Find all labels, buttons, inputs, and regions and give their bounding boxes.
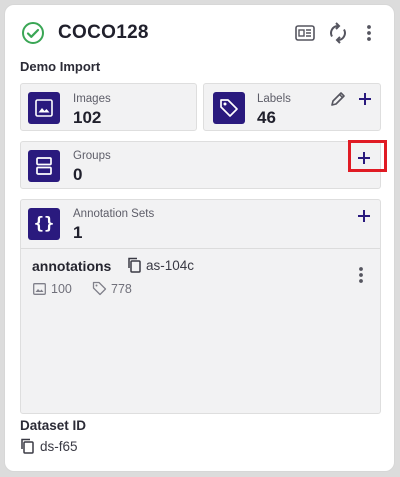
dataset-id-value: ds-f65 [40,439,78,454]
annotation-sets-count: 1 [73,223,83,242]
add-annotation-set-icon[interactable] [354,206,374,226]
dataset-card: COCO128 Demo Import Images 102 Labels 46 [4,4,395,472]
groups-count: 0 [73,165,83,184]
refresh-icon[interactable] [327,21,349,45]
label-count-icon [92,281,108,297]
add-label-icon[interactable] [355,89,375,109]
labels-label: Labels [257,93,291,105]
annotation-label-count: 778 [111,282,132,296]
image-grid-icon[interactable] [294,22,316,44]
edit-labels-icon[interactable] [328,89,348,109]
annotation-set-id: as-104c [146,258,195,273]
annotation-sets-tile: {} Annotation Sets 1 annotations as-104c… [20,199,381,414]
groups-label: Groups [73,150,111,162]
annotation-more-icon[interactable] [353,264,369,286]
image-count-icon [33,282,47,296]
dataset-id-copy-icon[interactable] [20,438,36,456]
annotation-sets-label: Annotation Sets [73,208,155,220]
dataset-title: COCO128 [58,22,149,43]
labels-count: 46 [257,108,276,127]
annotation-image-count: 100 [51,282,72,296]
dataset-subtitle: Demo Import [20,59,101,74]
images-tile[interactable]: Images 102 [20,83,197,131]
dataset-id-label: Dataset ID [20,418,87,433]
annotation-set-item[interactable]: annotations as-104c 100 778 [21,249,380,309]
images-label: Images [73,93,111,105]
more-vert-icon[interactable] [359,21,379,45]
groups-tile[interactable]: Groups 0 [20,141,381,189]
labels-tile[interactable]: Labels 46 [203,83,381,131]
status-check-icon [21,21,45,45]
images-count: 102 [73,108,102,127]
add-group-highlight [348,140,387,172]
braces-icon: {} [28,208,60,240]
copy-icon[interactable] [127,257,143,275]
groups-icon [28,150,60,182]
annotation-set-name: annotations [32,258,112,274]
tag-icon [213,92,245,124]
image-icon [28,92,60,124]
